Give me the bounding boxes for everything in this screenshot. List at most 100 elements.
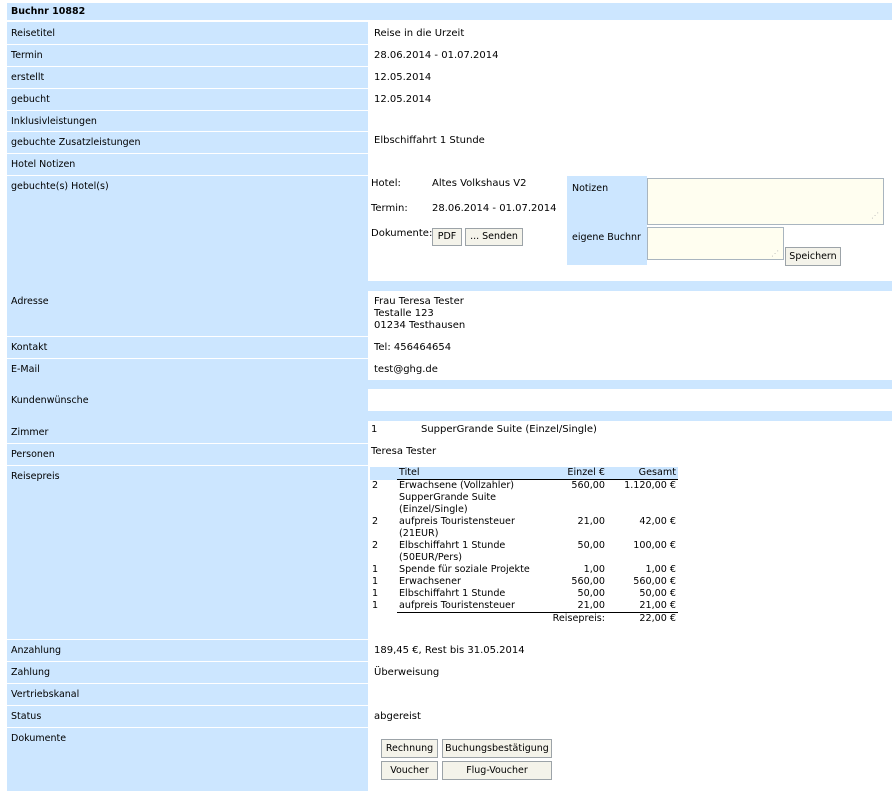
row-title: aufpreis Touristensteuer (21EUR) — [399, 516, 515, 539]
vertriebskanal-label: Vertriebskanal — [11, 689, 80, 700]
row-divider — [7, 358, 368, 359]
row-qty: 1 — [372, 564, 379, 575]
row-qty: 1 — [372, 600, 379, 611]
flug-voucher-button[interactable]: Flug-Voucher — [442, 761, 552, 780]
price-table-header: Titel Einzel € Gesamt — [370, 467, 678, 480]
reisetitel-label: Reisetitel — [11, 28, 56, 39]
total-spacer — [370, 613, 397, 626]
table-row: 1 Spende für soziale Projekte 1,00 1,00 … — [370, 564, 678, 576]
row-total: 42,00 € — [639, 516, 676, 527]
row-divider — [7, 88, 368, 89]
row-single: 21,00 — [577, 600, 605, 611]
row-title: aufpreis Touristensteuer — [399, 600, 515, 611]
row-total: 1.120,00 € — [624, 480, 676, 491]
row-qty: 1 — [372, 576, 379, 587]
termin-value: 28.06.2014 - 01.07.2014 — [374, 50, 499, 61]
hotel-notizen-label: Hotel Notizen — [11, 159, 76, 170]
row-single: 50,00 — [577, 588, 605, 599]
table-row: 1 Erwachsener 560,00 560,00 € — [370, 576, 678, 588]
row-total: 50,00 € — [639, 588, 676, 599]
email-label: E-Mail — [11, 364, 40, 375]
row-total: 560,00 € — [633, 576, 676, 587]
eigene-buchnr-input[interactable] — [647, 227, 784, 260]
row-title: Erwachsene (Vollzahler) SupperGrande Sui… — [399, 480, 515, 515]
hotel-termin-label: Termin: — [371, 203, 408, 214]
col-single: Einzel € — [546, 467, 607, 480]
hotel-value: Altes Volkshaus V2 — [432, 178, 527, 189]
section-separator — [7, 380, 892, 389]
row-divider — [7, 110, 368, 111]
price-table: Titel Einzel € Gesamt 2 Erwachsene (Voll… — [370, 467, 678, 625]
zusatzleistungen-label: gebuchte Zusatzleistungen — [11, 137, 141, 148]
pdf-button[interactable]: PDF — [432, 228, 462, 246]
zusatzleistungen-value: Elbschiffahrt 1 Stunde — [374, 135, 485, 146]
hotel-termin-value: 28.06.2014 - 01.07.2014 — [432, 203, 557, 214]
row-total: 1,00 € — [645, 564, 676, 575]
voucher-button[interactable]: Voucher — [381, 761, 438, 780]
row-single: 560,00 — [571, 576, 605, 587]
row-divider — [7, 44, 368, 45]
row-title: Elbschiffahrt 1 Stunde — [399, 588, 506, 599]
status-value: abgereist — [374, 711, 421, 722]
termin-label: Termin — [11, 50, 43, 61]
row-divider — [7, 153, 368, 154]
hotel-dokumente-label: Dokumente: — [371, 228, 433, 239]
email-value: test@ghg.de — [374, 364, 438, 375]
row-qty: 1 — [372, 588, 379, 599]
resize-grip-icon[interactable]: ⋰ — [871, 212, 879, 220]
resize-grip-icon[interactable]: ⋰ — [771, 250, 779, 258]
booking-detail-page: Buchnr 10882 Reisetitel Termin erstellt … — [0, 0, 892, 791]
row-single: 50,00 — [577, 540, 605, 551]
inklusivleistungen-label: Inklusivleistungen — [11, 116, 97, 127]
row-divider — [7, 131, 368, 132]
row-single: 21,00 — [577, 516, 605, 527]
adresse-label: Adresse — [11, 296, 49, 307]
booking-number-header: Buchnr 10882 — [7, 3, 892, 20]
table-row: 2 Erwachsene (Vollzahler) SupperGrande S… — [370, 480, 678, 517]
address-name: Frau Teresa Tester — [374, 296, 464, 307]
row-qty: 2 — [372, 479, 379, 491]
row-divider — [7, 639, 368, 640]
row-divider — [7, 175, 368, 176]
zimmer-value: SupperGrande Suite (Einzel/Single) — [421, 424, 597, 435]
buchungsbestaetigung-button[interactable]: Buchungsbestätigung — [442, 739, 552, 758]
price-total-row: Reisepreis: 22,00 € — [370, 612, 678, 626]
row-divider — [7, 727, 368, 728]
row-title: Elbschiffahrt 1 Stunde (50EUR/Pers) — [399, 540, 506, 563]
row-qty: 2 — [372, 516, 379, 527]
table-row: 2 Elbschiffahrt 1 Stunde (50EUR/Pers) 50… — [370, 540, 678, 564]
dokumente-label: Dokumente — [11, 733, 67, 744]
rechnung-button[interactable]: Rechnung — [381, 739, 438, 758]
kontakt-label: Kontakt — [11, 342, 48, 353]
table-row: 2 aufpreis Touristensteuer (21EUR) 21,00… — [370, 516, 678, 540]
reisepreis-label: Reisepreis — [11, 471, 60, 482]
address-street: Testalle 123 — [374, 308, 434, 319]
label-column-booking — [7, 22, 368, 281]
notizen-label: Notizen — [572, 183, 609, 194]
notizen-textarea[interactable] — [647, 178, 884, 225]
row-divider — [7, 443, 368, 444]
status-label: Status — [11, 711, 42, 722]
address-city: 01234 Testhausen — [374, 320, 466, 331]
eigene-buchnr-label: eigene Buchnr — [572, 232, 641, 243]
price-total-value: 22,00 € — [607, 612, 678, 625]
zahlung-label: Zahlung — [11, 667, 51, 678]
row-divider — [7, 465, 368, 466]
row-total: 21,00 € — [639, 600, 676, 611]
row-divider — [7, 683, 368, 684]
row-divider — [7, 705, 368, 706]
col-total: Gesamt — [607, 467, 678, 480]
row-divider — [7, 66, 368, 67]
col-title: Titel — [397, 467, 546, 480]
row-title: Erwachsener — [399, 576, 461, 587]
table-row: 1 Elbschiffahrt 1 Stunde 50,00 50,00 € — [370, 588, 678, 600]
anzahlung-label: Anzahlung — [11, 645, 62, 656]
save-button[interactable]: Speichern — [785, 247, 841, 266]
table-row: 1 aufpreis Touristensteuer 21,00 21,00 € — [370, 600, 678, 613]
gebucht-label: gebucht — [11, 94, 50, 105]
reisetitel-value: Reise in die Urzeit — [374, 28, 465, 39]
send-button[interactable]: ... Senden — [465, 228, 523, 246]
gebucht-value: 12.05.2014 — [374, 94, 432, 105]
row-total: 100,00 € — [633, 540, 676, 551]
row-divider — [7, 336, 368, 337]
